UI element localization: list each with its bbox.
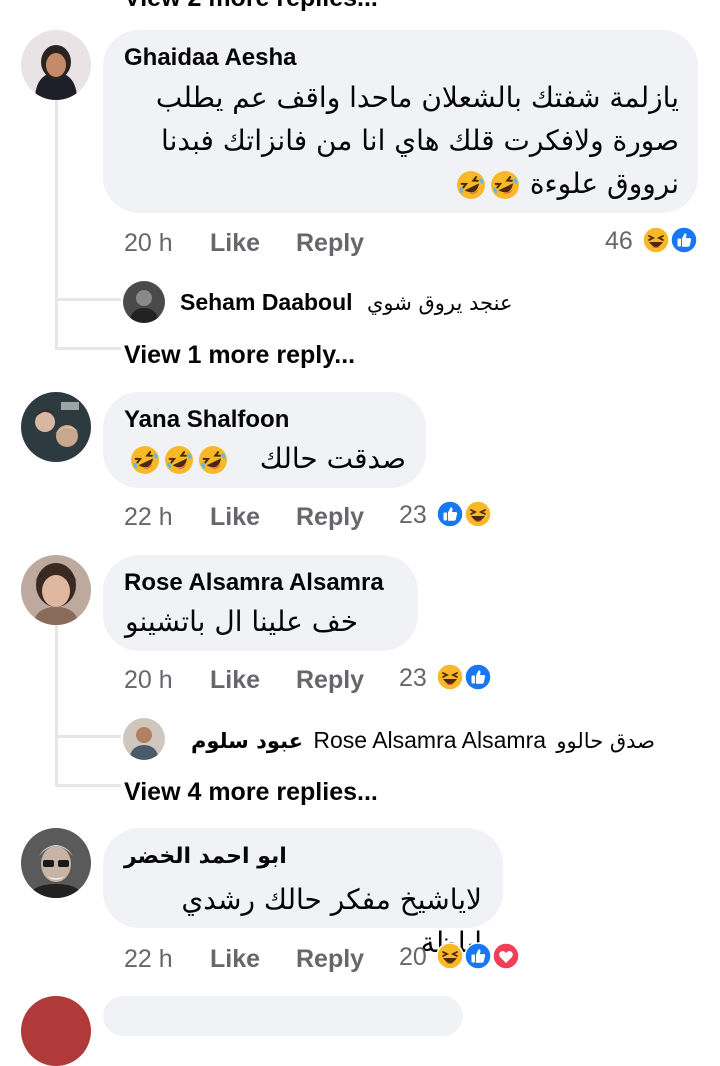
haha-reaction-icon <box>464 500 492 528</box>
reply-preview[interactable]: صدق حالوو Rose Alsamra Alsamra عبود سلوم <box>180 727 655 754</box>
avatar[interactable] <box>21 30 91 100</box>
comment-author[interactable]: Ghaidaa Aesha <box>124 44 297 72</box>
comment-timestamp: 20 h <box>124 229 173 257</box>
comment-text-fragment: صدقت حالك <box>259 442 406 475</box>
reaction-count[interactable]: 46 <box>605 227 633 256</box>
reply-text: صدق حالوو <box>556 729 655 753</box>
haha-reaction-icon <box>436 942 464 970</box>
reaction-count[interactable]: 23 <box>399 501 427 530</box>
rofl-emoji-icon <box>489 169 521 201</box>
comment-timestamp: 20 h <box>124 666 173 694</box>
thread-line <box>55 625 58 785</box>
haha-reaction-icon <box>642 226 670 254</box>
view-more-replies-link[interactable]: View 1 more reply... <box>124 341 355 370</box>
like-reaction-icon <box>464 942 492 970</box>
reply-button[interactable]: Reply <box>296 666 364 695</box>
comment-timestamp: 22 h <box>124 503 173 531</box>
comment-text-fragment: نرووق علوءة <box>529 167 679 200</box>
rofl-emoji-icon <box>163 444 195 476</box>
avatar[interactable] <box>21 392 91 462</box>
comment-text-line: خف علينا ال باتشينو <box>125 605 358 638</box>
thread-line <box>55 735 121 738</box>
comment-text-line: صورة ولافكرت قلك هاي انا من فانزاتك فبدن… <box>161 124 679 157</box>
like-reaction-icon <box>436 500 464 528</box>
avatar[interactable] <box>21 555 91 625</box>
comment-text-line: نرووق علوءة <box>119 162 679 205</box>
reply-preview[interactable]: Seham Daaboul عنجد يروق شوي <box>180 289 512 316</box>
avatar[interactable] <box>21 996 91 1066</box>
reply-mention[interactable]: Rose Alsamra Alsamra <box>313 727 546 753</box>
reply-text: عنجد يروق شوي <box>366 291 513 315</box>
like-button[interactable]: Like <box>210 666 260 695</box>
reply-button[interactable]: Reply <box>296 945 364 974</box>
view-more-replies-link[interactable]: View 4 more replies... <box>124 778 378 807</box>
reply-button[interactable]: Reply <box>296 229 364 258</box>
like-reaction-icon <box>670 226 698 254</box>
comment-text-line: صدقت حالك <box>124 437 406 480</box>
thread-line <box>55 298 121 301</box>
comment-author[interactable]: Rose Alsamra Alsamra <box>124 569 384 597</box>
avatar[interactable] <box>21 828 91 898</box>
thread-line <box>55 784 121 787</box>
comment-author[interactable]: ابو احمد الخضر <box>124 844 287 869</box>
like-button[interactable]: Like <box>210 945 260 974</box>
avatar[interactable] <box>123 281 165 323</box>
like-reaction-icon <box>464 663 492 691</box>
reaction-count[interactable]: 20 <box>399 943 427 972</box>
like-button[interactable]: Like <box>210 229 260 258</box>
thread-line <box>55 100 58 348</box>
love-reaction-icon <box>492 942 520 970</box>
thread-line <box>55 347 121 350</box>
comment-text-line: يازلمة شفتك بالشعلان ماحدا واقف عم يطلب <box>155 81 679 114</box>
comment-bubble <box>103 996 463 1036</box>
reaction-count[interactable]: 23 <box>399 664 427 693</box>
avatar[interactable] <box>123 718 165 760</box>
rofl-emoji-icon <box>197 444 229 476</box>
comment-timestamp: 22 h <box>124 945 173 973</box>
comment-author[interactable]: Yana Shalfoon <box>124 406 289 434</box>
view-more-replies-link[interactable]: View 2 more replies... <box>124 0 378 13</box>
like-button[interactable]: Like <box>210 503 260 532</box>
reply-button[interactable]: Reply <box>296 503 364 532</box>
rofl-emoji-icon <box>455 169 487 201</box>
rofl-emoji-icon <box>129 444 161 476</box>
reply-author[interactable]: عبود سلوم <box>191 729 303 753</box>
haha-reaction-icon <box>436 663 464 691</box>
reply-author[interactable]: Seham Daaboul <box>180 289 353 315</box>
